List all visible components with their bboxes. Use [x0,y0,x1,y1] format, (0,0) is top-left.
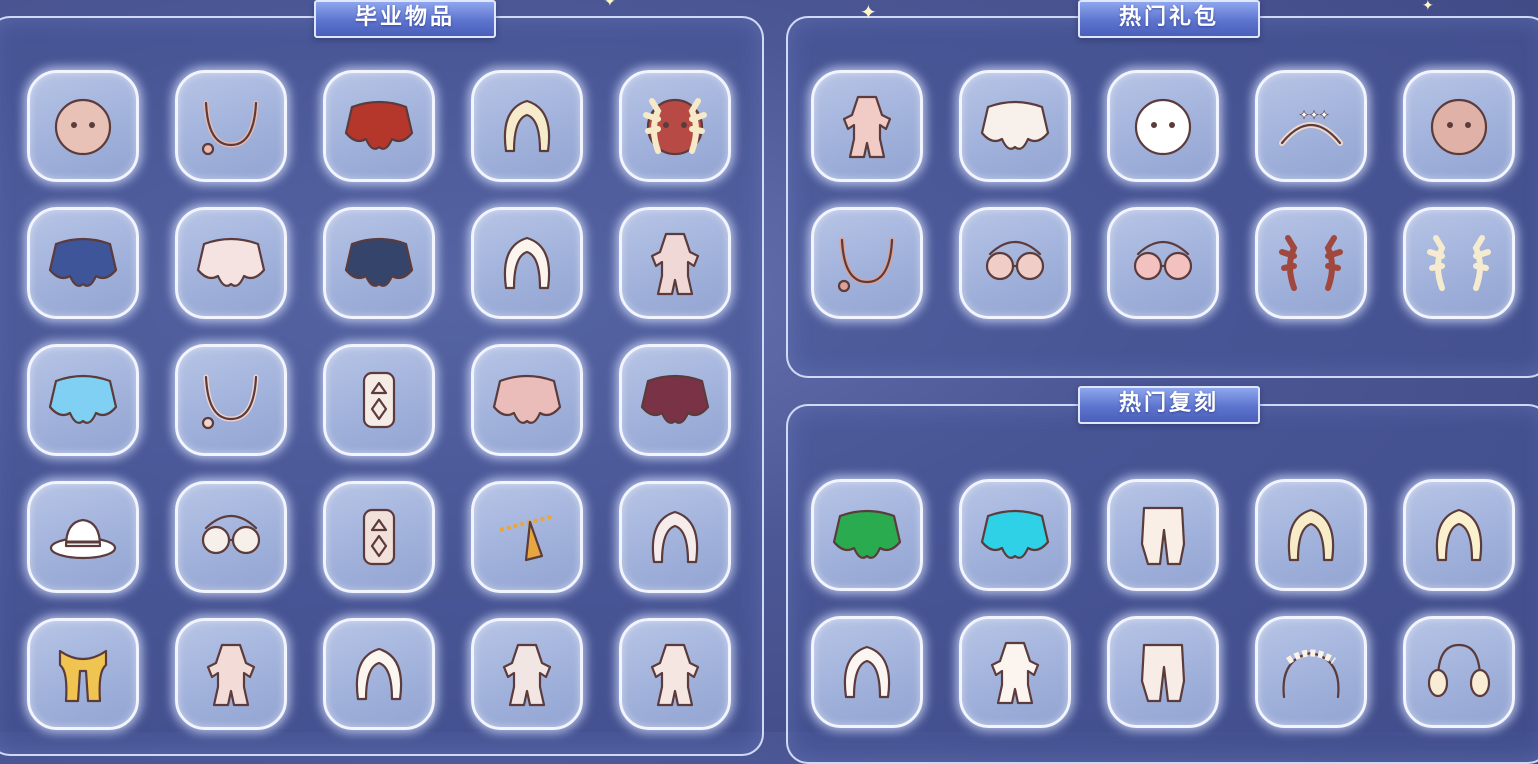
item-slot[interactable] [27,70,139,182]
item-slot[interactable] [1255,207,1367,319]
item-slot[interactable] [471,344,583,456]
item-slot[interactable] [1403,70,1515,182]
item-slot[interactable] [471,207,583,319]
item-slot[interactable] [1255,616,1367,728]
item-slot[interactable] [27,344,139,456]
item-slot[interactable] [1403,207,1515,319]
item-slot[interactable] [323,207,435,319]
item-slot[interactable] [175,70,287,182]
sparkle-icon: ✦ [1422,0,1434,14]
item-slot[interactable]: ✦✦✦ [1255,70,1367,182]
item-slot[interactable] [619,344,731,456]
sparkle-icon: ✦ [860,0,877,24]
item-slot[interactable] [175,344,287,456]
item-slot[interactable] [1403,479,1515,591]
item-slot[interactable] [959,207,1071,319]
hot-gifts-title: 热门礼包 [1078,0,1260,38]
item-slot[interactable] [27,618,139,730]
hot-reprint-title: 热门复刻 [1078,386,1260,424]
item-slot[interactable] [1107,207,1219,319]
svg-text:✦✦✦: ✦✦✦ [1299,108,1329,122]
item-slot[interactable] [811,207,923,319]
item-slot[interactable] [1255,479,1367,591]
item-slot[interactable] [811,479,923,591]
item-slot[interactable] [959,70,1071,182]
item-slot[interactable] [1107,70,1219,182]
item-slot[interactable] [811,70,923,182]
sparkle-icon: ✦ [604,0,616,10]
item-slot[interactable] [175,207,287,319]
item-slot[interactable] [323,344,435,456]
item-slot[interactable] [619,618,731,730]
item-slot[interactable] [323,618,435,730]
item-slot[interactable] [27,207,139,319]
item-slot[interactable] [175,481,287,593]
item-slot[interactable] [471,481,583,593]
graduation-title: 毕业物品 [314,0,496,38]
item-slot[interactable] [959,479,1071,591]
item-slot[interactable] [619,207,731,319]
item-slot[interactable] [471,70,583,182]
item-slot[interactable] [1107,616,1219,728]
item-slot[interactable] [1403,616,1515,728]
item-slot[interactable] [471,618,583,730]
item-slot[interactable] [619,70,731,182]
item-slot[interactable] [175,618,287,730]
item-slot[interactable] [1107,479,1219,591]
item-slot[interactable] [27,481,139,593]
item-slot[interactable] [619,481,731,593]
item-slot[interactable] [323,481,435,593]
item-slot[interactable] [323,70,435,182]
item-slot[interactable] [959,616,1071,728]
item-slot[interactable] [811,616,923,728]
